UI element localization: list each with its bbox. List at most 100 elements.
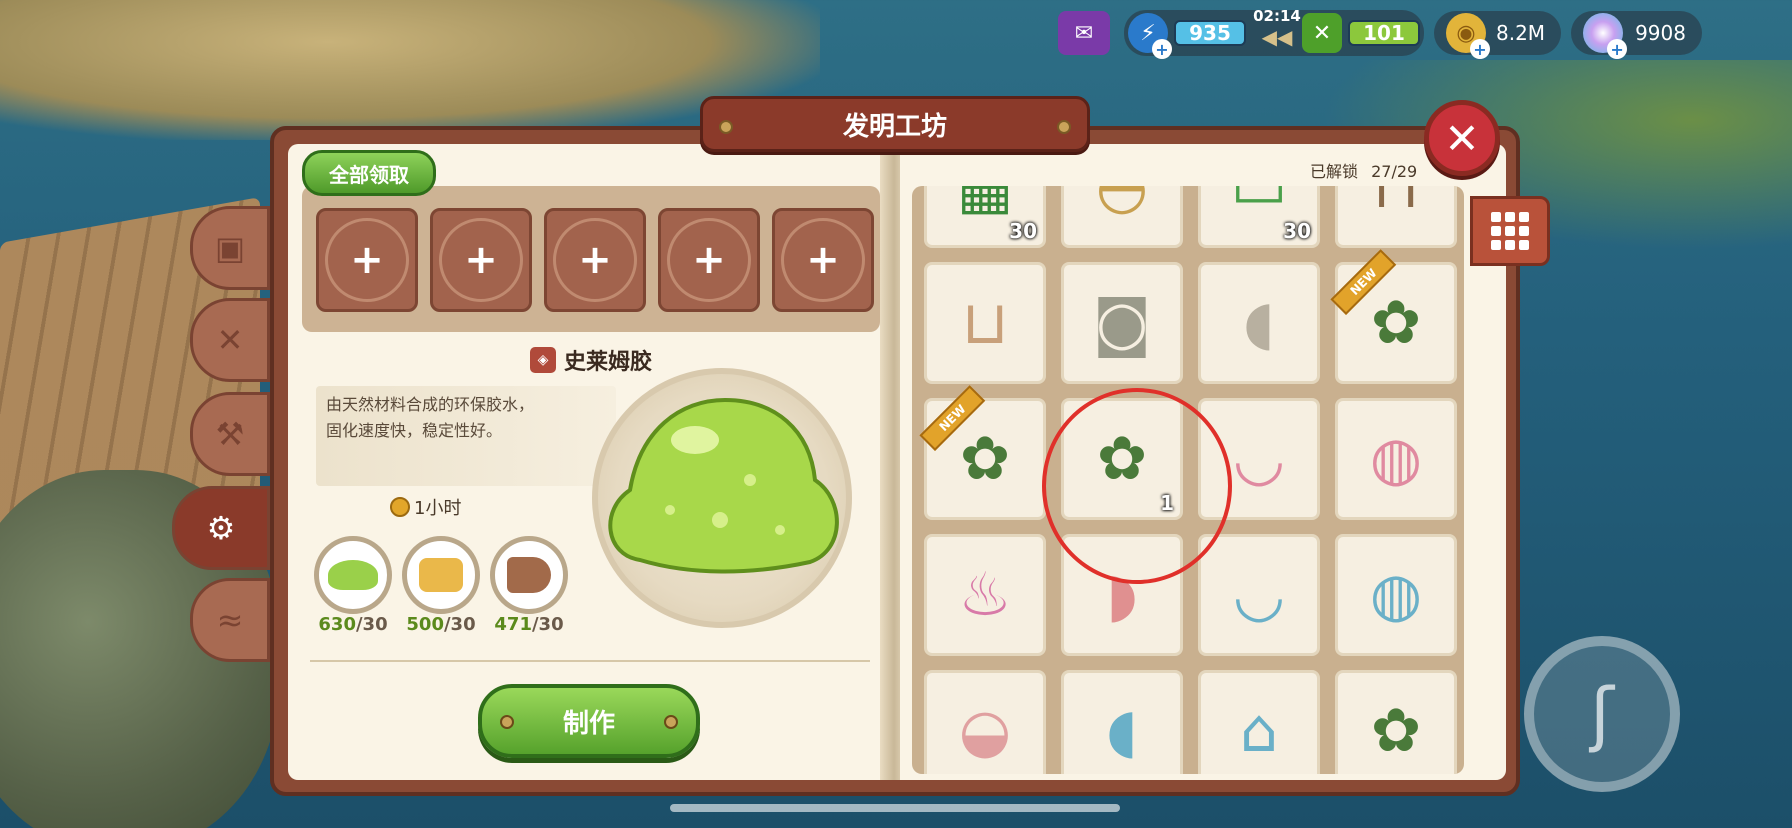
output-slot[interactable]: +	[658, 208, 760, 312]
grid-item[interactable]: ✿ NEW	[919, 384, 1046, 520]
grid-item[interactable]: ⊔	[924, 262, 1046, 384]
output-slot[interactable]: +	[316, 208, 418, 312]
sponge-icon	[419, 558, 463, 592]
plant-robot-icon: ✿	[959, 424, 1011, 494]
hud-bar: ✉ ⚡ + 935 02:14 ◀◀ ✕ 101 ◉ + 8.2M + 9908	[1058, 7, 1702, 59]
grid-item[interactable]: ⌂	[1198, 670, 1320, 774]
grid-item[interactable]: ◗	[1061, 534, 1183, 656]
grid-item[interactable]: ✿ NEW	[1330, 248, 1457, 384]
bench-icon: ⊓	[1372, 186, 1420, 222]
grid-item[interactable]: ◡	[1198, 534, 1320, 656]
unlocked-counter: 已解锁 27/29	[1310, 158, 1417, 182]
plus-icon: +	[578, 237, 612, 283]
hammer-anvil-icon: ⚒	[215, 415, 245, 453]
tab-invention[interactable]: ⚙	[172, 486, 270, 570]
slime-glue-icon	[608, 397, 839, 574]
grid-item[interactable]: ⊓	[1335, 186, 1457, 248]
make-button-label: 制作	[562, 708, 615, 739]
grid-item[interactable]: ◡	[1198, 398, 1320, 520]
energy-food-pill: ⚡ + 935 02:14 ◀◀ ✕ 101	[1124, 7, 1424, 59]
item-count: 30	[1009, 219, 1037, 243]
grid-item[interactable]: ◖	[1198, 262, 1320, 384]
close-button[interactable]: ✕	[1424, 100, 1500, 176]
gear-bulb-icon: ⚙	[206, 509, 236, 547]
unlocked-label: 已解锁	[1310, 162, 1359, 181]
toilet-blue-icon: ◖	[1106, 696, 1138, 766]
description-line: 固化速度快，稳定性好。	[326, 421, 503, 440]
grid-item[interactable]: ▦ 30	[924, 186, 1046, 248]
fork-knife-icon[interactable]: ✕	[1302, 13, 1342, 53]
tub-frame-icon: ⌂	[1239, 696, 1279, 766]
vanity-blue-icon: ◍	[1369, 560, 1423, 630]
tag-icon: ◈	[530, 347, 556, 373]
craft-time: 1小时	[390, 494, 461, 520]
plus-icon: +	[350, 237, 384, 283]
home-indicator	[670, 804, 1120, 812]
leather-roll-icon	[507, 557, 551, 593]
vanity-pink-icon: ◍	[1369, 424, 1423, 494]
gems-pill: + 9908	[1571, 11, 1702, 59]
output-slot[interactable]: +	[430, 208, 532, 312]
grid-view-button[interactable]	[1470, 196, 1550, 266]
toilet-pink-icon: ◗	[1106, 560, 1138, 630]
timer-group: 02:14 ◀◀	[1252, 7, 1302, 53]
bathtub-blue-icon: ◡	[1232, 560, 1286, 630]
output-slot[interactable]: +	[544, 208, 646, 312]
gadget-green-icon: ▦	[956, 186, 1014, 222]
food-value: 101	[1348, 20, 1420, 46]
output-slot[interactable]: +	[772, 208, 874, 312]
claim-all-button[interactable]: 全部领取	[302, 150, 436, 196]
unlocked-count: 27/29	[1371, 162, 1418, 181]
grid-item[interactable]: ▭ 30	[1198, 186, 1320, 248]
divider	[310, 660, 870, 662]
bag-icon: ▣	[214, 229, 246, 267]
helmet-icon: ◓	[1095, 186, 1149, 222]
material-sponge[interactable]	[402, 536, 480, 614]
vacuum-icon: ʃ	[1590, 673, 1614, 755]
energy-icon[interactable]: ⚡ +	[1128, 13, 1172, 59]
tab-crafting[interactable]: ⚒	[190, 392, 270, 476]
grid-item[interactable]: ◙	[1061, 262, 1183, 384]
fork-knife-icon: ✕	[216, 321, 244, 359]
rainbow-gem-icon[interactable]: +	[1583, 13, 1628, 59]
plant-robot-icon: ✿	[1370, 696, 1422, 766]
material-count: 471/30	[494, 614, 564, 635]
coins-value: 8.2M	[1496, 21, 1546, 45]
tab-bag[interactable]: ▣	[190, 206, 270, 290]
timer-text: 02:14	[1253, 7, 1301, 25]
grid-item[interactable]: ✿ 1	[1061, 398, 1183, 520]
bathtub-pink-icon: ◡	[1232, 424, 1286, 494]
sink-cabinet-icon: ⊔	[961, 288, 1009, 358]
green-slime-icon	[328, 560, 378, 590]
washing-machine-icon: ◙	[1092, 288, 1152, 358]
grid-item[interactable]: ◒	[924, 670, 1046, 774]
grid-item[interactable]: ◍	[1335, 534, 1457, 656]
item-count: 30	[1283, 219, 1311, 243]
grid-item[interactable]: ♨	[924, 534, 1046, 656]
title-banner: 发明工坊	[700, 96, 1090, 152]
item-name: 史莱姆胶	[564, 350, 653, 375]
plus-icon: +	[692, 237, 726, 283]
grid-item[interactable]: ◓	[1061, 186, 1183, 248]
output-slots: + + + + +	[302, 186, 880, 332]
item-description: 由天然材料合成的环保胶水， 固化速度快，稳定性好。	[316, 386, 616, 486]
tab-cooking[interactable]: ✕	[190, 298, 270, 382]
item-grid: ▦ 30 ◓ ▭ 30 ⊓ ⊔ ◙ ◖ ✿ NEW ✿ NEW ✿ 1 ◡ ◍ ♨ ◗ ◡ ◍ ◒ ◖ ⌂ ✿	[912, 186, 1464, 774]
gems-value: 9908	[1635, 21, 1686, 45]
action-button[interactable]: ʃ	[1524, 636, 1680, 792]
plant-robot-icon: ✿	[1096, 424, 1148, 494]
tab-dna[interactable]: ≈	[190, 578, 270, 662]
board-green-icon: ▭	[1230, 186, 1288, 222]
clock-icon	[390, 497, 410, 517]
grid-item[interactable]: ✿	[1335, 670, 1457, 774]
event-book-icon[interactable]: ✉	[1058, 11, 1110, 55]
material-slime[interactable]	[314, 536, 392, 614]
grid-item[interactable]: ◍	[1335, 398, 1457, 520]
energy-value: 935	[1174, 20, 1246, 46]
grid-item[interactable]: ◖	[1061, 670, 1183, 774]
cake-icon: ◒	[958, 696, 1012, 766]
coin-icon[interactable]: ◉ +	[1446, 13, 1490, 59]
make-button[interactable]: 制作	[478, 684, 700, 758]
material-leather[interactable]	[490, 536, 568, 614]
coins-pill: ◉ + 8.2M	[1434, 11, 1562, 59]
